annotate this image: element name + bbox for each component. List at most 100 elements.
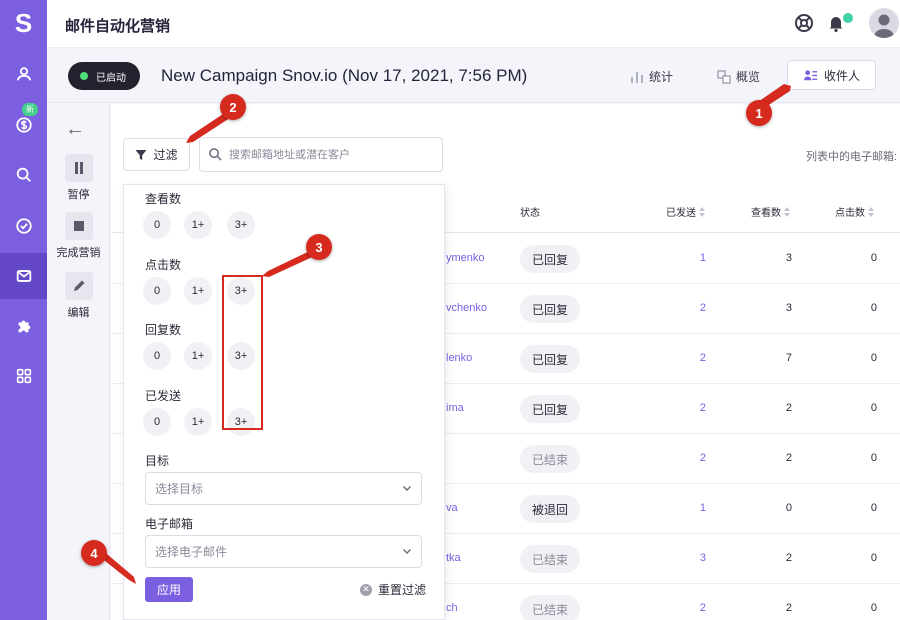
search-input[interactable]	[229, 148, 429, 161]
chevron-down-icon	[403, 486, 411, 491]
campaign-header: 已启动 New Campaign Snov.io (Nov 17, 2021, …	[47, 49, 900, 103]
snov-logo[interactable]: S	[0, 8, 47, 39]
filter-option-chip[interactable]: 0	[143, 211, 171, 239]
opened-count: 7	[785, 352, 792, 364]
sidebar-item-integrations[interactable]	[0, 303, 47, 349]
status-badge: 已结束	[520, 595, 581, 620]
status-badge: 被退回	[520, 495, 581, 523]
clicked-count: 0	[870, 502, 877, 514]
filter-panel: 查看数 0 1+ 3+ 点击数 0 1+ 3+ 回复数 0 1+ 3+ 已发送 0 1+ 3+ 目标 选择目标…	[123, 184, 445, 620]
recipient-name[interactable]: ch	[446, 602, 458, 614]
avatar[interactable]	[869, 8, 899, 38]
goal-placeholder: 选择目标	[155, 482, 204, 496]
filter-option-chip[interactable]: 3+	[227, 211, 255, 239]
puzzle-icon	[18, 320, 30, 333]
recipients-label: 收件人	[823, 68, 860, 83]
filter-option-chip[interactable]: 1+	[184, 342, 212, 370]
opened-count: 2	[785, 402, 792, 414]
status-badge: 已回复	[520, 295, 581, 323]
sent-count: 1	[699, 252, 706, 264]
recipient-name[interactable]: ymenko	[446, 252, 485, 264]
goal-label: 目标	[145, 454, 170, 468]
running-dot	[80, 72, 88, 80]
dollar-icon	[15, 117, 32, 133]
overview-link[interactable]: 概览	[717, 68, 760, 85]
overview-icon	[717, 69, 731, 84]
sent-count: 2	[699, 402, 706, 414]
stop-icon	[73, 221, 84, 231]
filter-option-chip[interactable]: 1+	[184, 407, 212, 436]
sort-icon	[868, 206, 874, 217]
back-arrow-icon[interactable]: ←	[65, 118, 85, 141]
sidebar-item-verify[interactable]	[0, 203, 47, 249]
funnel-icon	[135, 149, 147, 160]
reset-filter-button[interactable]: ✕ 重置过滤	[360, 581, 426, 598]
pause-icon	[74, 162, 83, 174]
sort-icon	[784, 206, 790, 217]
sidebar: S 新	[0, 0, 47, 620]
search-field[interactable]	[199, 137, 443, 172]
search-icon	[209, 148, 222, 161]
support-icon[interactable]	[794, 13, 814, 33]
column-header-opened[interactable]: 查看数	[751, 204, 790, 219]
apply-button[interactable]: 应用	[145, 577, 193, 602]
status-badge: 已回复	[520, 245, 581, 273]
grid-icon	[16, 368, 31, 384]
filter-option-chip[interactable]: 1+	[184, 211, 212, 239]
sidebar-item-campaigns[interactable]	[0, 253, 47, 299]
column-header-status: 状态	[520, 208, 540, 219]
sort-icon	[699, 206, 705, 217]
email-placeholder: 选择电子邮件	[155, 545, 228, 559]
opened-count: 2	[785, 552, 792, 564]
reset-label: 重置过滤	[378, 583, 427, 597]
recipient-name[interactable]: va	[446, 502, 458, 514]
stats-link[interactable]: 统计	[630, 68, 673, 85]
sent-count: 2	[699, 452, 706, 464]
callout-3: 3	[306, 234, 332, 260]
column-header-sent[interactable]: 已发送	[666, 204, 705, 219]
recipients-button[interactable]: 收件人	[787, 60, 876, 90]
close-icon: ✕	[360, 583, 372, 596]
filter-button[interactable]: 过滤	[123, 138, 190, 171]
clicked-count: 0	[870, 602, 877, 614]
search-icon	[16, 167, 31, 182]
edit-button[interactable]: 编辑	[47, 272, 110, 320]
sidebar-item-search[interactable]	[0, 152, 47, 198]
complete-button[interactable]: 完成营销	[47, 212, 110, 260]
filter-option-chip[interactable]: 0	[143, 407, 171, 436]
recipient-name[interactable]: ima	[446, 402, 464, 414]
clicked-count: 0	[870, 252, 877, 264]
recipient-name[interactable]: tka	[446, 552, 461, 564]
sidebar-item-contacts[interactable]	[0, 51, 47, 97]
clicked-count: 0	[870, 402, 877, 414]
clicked-count: 0	[870, 452, 877, 464]
opened-count: 2	[785, 602, 792, 614]
opened-count: 3	[785, 302, 792, 314]
bar-chart-icon	[631, 71, 643, 83]
status-badge[interactable]: 已启动	[68, 62, 140, 90]
pause-button[interactable]: 暂停	[47, 154, 110, 202]
filter-option-chip[interactable]: 1+	[184, 276, 212, 305]
filter-option-chip[interactable]: 0	[143, 342, 171, 370]
recipient-name[interactable]: vchenko	[446, 302, 487, 314]
complete-label: 完成营销	[56, 247, 101, 259]
filter-label: 过滤	[153, 148, 178, 162]
sent-count: 3	[699, 552, 706, 564]
goal-select[interactable]: 选择目标	[145, 472, 422, 505]
callout-4: 4	[81, 540, 107, 566]
edit-label: 编辑	[67, 307, 90, 319]
stats-label: 统计	[649, 70, 674, 84]
sidebar-item-apps[interactable]	[0, 353, 47, 399]
email-select[interactable]: 选择电子邮件	[145, 535, 422, 568]
status-badge: 已结束	[520, 545, 581, 573]
recipient-name[interactable]: lenko	[446, 352, 472, 364]
filter-option-chip[interactable]: 0	[143, 276, 171, 305]
filter-group-label: 已发送	[145, 388, 182, 403]
mail-icon	[16, 270, 31, 282]
callout-1: 1	[746, 100, 772, 126]
filter-group-label: 点击数	[145, 257, 182, 272]
column-header-clicked[interactable]: 点击数	[835, 204, 874, 219]
sidebar-item-billing[interactable]	[0, 102, 47, 148]
chevron-down-icon	[403, 549, 411, 554]
filter-group-label: 回复数	[145, 323, 182, 337]
